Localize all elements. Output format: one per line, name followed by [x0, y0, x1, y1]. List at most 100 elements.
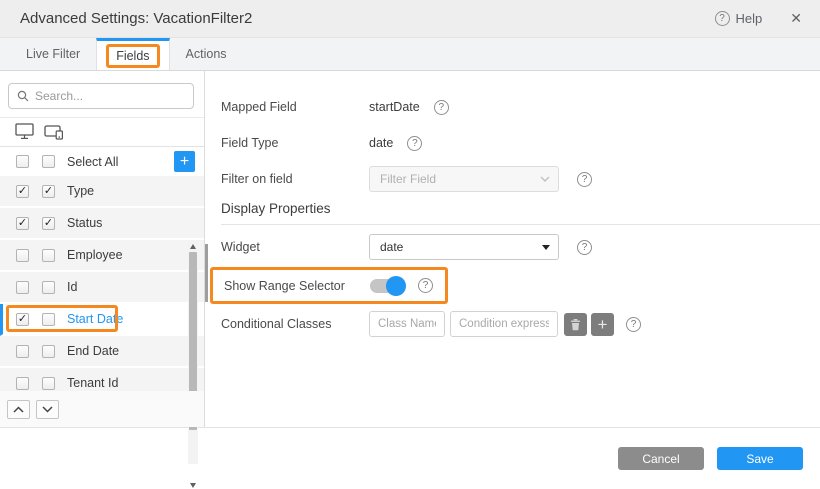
select-all-row: Select All +: [0, 147, 204, 176]
show-range-selector-label: Show Range Selector: [224, 279, 370, 293]
help-icon[interactable]: ?: [577, 240, 592, 255]
filter-on-field-row: Filter on field Filter Field ?: [205, 161, 820, 197]
chevron-down-icon: [540, 176, 550, 182]
help-icon[interactable]: ?: [626, 317, 641, 332]
search-input[interactable]: Search...: [8, 83, 194, 109]
field-checkbox-desktop[interactable]: [16, 377, 29, 390]
mobile-devices-icon: [44, 124, 64, 140]
dropdown-caret-icon: [542, 245, 550, 250]
help-icon[interactable]: ?: [407, 136, 422, 151]
tab-fields-label: Fields: [106, 44, 159, 68]
filter-on-field-label: Filter on field: [221, 172, 369, 186]
widget-selected-value: date: [380, 240, 403, 254]
save-button[interactable]: Save: [717, 447, 803, 470]
field-row-employee[interactable]: Employee: [0, 240, 204, 272]
field-checkbox-mobile[interactable]: [42, 345, 55, 358]
sidebar-scrollbar[interactable]: [188, 240, 198, 464]
scroll-up-icon[interactable]: [190, 244, 196, 249]
field-checkbox-mobile[interactable]: [42, 249, 55, 262]
widget-row: Widget date ?: [205, 229, 820, 265]
field-row-label: Type: [67, 184, 94, 198]
field-type-label: Field Type: [221, 136, 369, 150]
delete-condition-button[interactable]: [564, 313, 587, 336]
add-field-button[interactable]: +: [174, 151, 195, 172]
tab-bar: Live Filter Fields Actions: [0, 38, 820, 71]
field-list: Type Status Employee Id Start Date End Date Te…: [0, 176, 204, 400]
field-row-label: End Date: [67, 344, 119, 358]
advanced-settings-dialog: Advanced Settings: VacationFilter2 ? Hel…: [0, 0, 820, 489]
toggle-knob: [386, 276, 406, 296]
help-icon[interactable]: ?: [434, 100, 449, 115]
field-row-label: Id: [67, 280, 77, 294]
panel-scrollbar-thumb[interactable]: [205, 244, 208, 302]
select-all-checkbox-desktop[interactable]: [16, 155, 29, 168]
help-circle-icon: ?: [715, 11, 730, 26]
field-checkbox-mobile[interactable]: [42, 185, 55, 198]
field-settings-panel: Mapped Field startDate ? Field Type date…: [205, 71, 820, 427]
field-row-status[interactable]: Status: [0, 208, 204, 240]
tab-actions[interactable]: Actions: [170, 38, 243, 70]
show-range-selector-toggle[interactable]: [370, 279, 404, 293]
cancel-button[interactable]: Cancel: [618, 447, 704, 470]
field-row-label: Employee: [67, 248, 123, 262]
widget-select[interactable]: date: [369, 234, 559, 260]
device-column-header: [0, 118, 204, 147]
search-placeholder: Search...: [35, 89, 83, 103]
field-row-label: Tenant Id: [67, 376, 118, 390]
conditional-classes-label: Conditional Classes: [221, 317, 369, 331]
field-checkbox-desktop[interactable]: [16, 313, 29, 326]
help-icon[interactable]: ?: [418, 278, 433, 293]
trash-icon: [570, 318, 581, 331]
mapped-field-row: Mapped Field startDate ?: [205, 89, 820, 125]
display-properties-heading: Display Properties: [221, 201, 820, 225]
tab-live-filter[interactable]: Live Filter: [10, 38, 96, 70]
field-checkbox-desktop[interactable]: [16, 185, 29, 198]
field-type-value: date: [369, 136, 393, 150]
field-checkbox-mobile[interactable]: [42, 217, 55, 230]
fields-sidebar: Search... Select All +: [0, 71, 205, 427]
field-checkbox-mobile[interactable]: [42, 377, 55, 390]
add-condition-button[interactable]: +: [591, 313, 614, 336]
field-row-end-date[interactable]: End Date: [0, 336, 204, 368]
mapped-field-label: Mapped Field: [221, 100, 369, 114]
class-name-input[interactable]: [369, 311, 445, 337]
search-icon: [17, 90, 29, 102]
dialog-footer: Cancel Save: [0, 428, 820, 488]
desktop-icon: [15, 123, 35, 140]
filter-field-placeholder: Filter Field: [380, 172, 436, 186]
widget-label: Widget: [221, 240, 369, 254]
field-row-label: Status: [67, 216, 102, 230]
reorder-controls: [0, 391, 204, 427]
field-row-label: Start Date: [67, 312, 123, 326]
dialog-title: Advanced Settings: VacationFilter2: [20, 10, 252, 27]
move-up-button[interactable]: [7, 400, 30, 419]
field-checkbox-mobile[interactable]: [42, 313, 55, 326]
tab-fields[interactable]: Fields: [96, 38, 169, 70]
close-icon[interactable]: ✕: [786, 8, 806, 29]
field-row-type[interactable]: Type: [0, 176, 204, 208]
field-checkbox-desktop[interactable]: [16, 345, 29, 358]
field-checkbox-desktop[interactable]: [16, 217, 29, 230]
mapped-field-value: startDate: [369, 100, 420, 114]
select-all-label: Select All: [67, 155, 118, 169]
show-range-selector-highlight: Show Range Selector ?: [210, 267, 448, 304]
dialog-header: Advanced Settings: VacationFilter2 ? Hel…: [0, 0, 820, 38]
help-button[interactable]: ? Help: [715, 11, 763, 26]
filter-field-select: Filter Field: [369, 166, 559, 192]
chevron-up-icon: [13, 406, 24, 413]
select-all-checkbox-mobile[interactable]: [42, 155, 55, 168]
field-type-row: Field Type date ?: [205, 125, 820, 161]
help-icon[interactable]: ?: [577, 172, 592, 187]
move-down-button[interactable]: [36, 400, 59, 419]
field-row-id[interactable]: Id: [0, 272, 204, 304]
condition-expression-input[interactable]: [450, 311, 558, 337]
chevron-down-icon: [42, 406, 53, 413]
field-checkbox-desktop[interactable]: [16, 281, 29, 294]
scroll-down-icon[interactable]: [190, 483, 196, 488]
field-checkbox-mobile[interactable]: [42, 281, 55, 294]
help-label: Help: [736, 11, 763, 26]
field-row-start-date[interactable]: Start Date: [0, 304, 204, 336]
field-checkbox-desktop[interactable]: [16, 249, 29, 262]
tab-live-filter-label: Live Filter: [26, 47, 80, 61]
conditional-classes-row: Conditional Classes + ?: [205, 306, 820, 342]
